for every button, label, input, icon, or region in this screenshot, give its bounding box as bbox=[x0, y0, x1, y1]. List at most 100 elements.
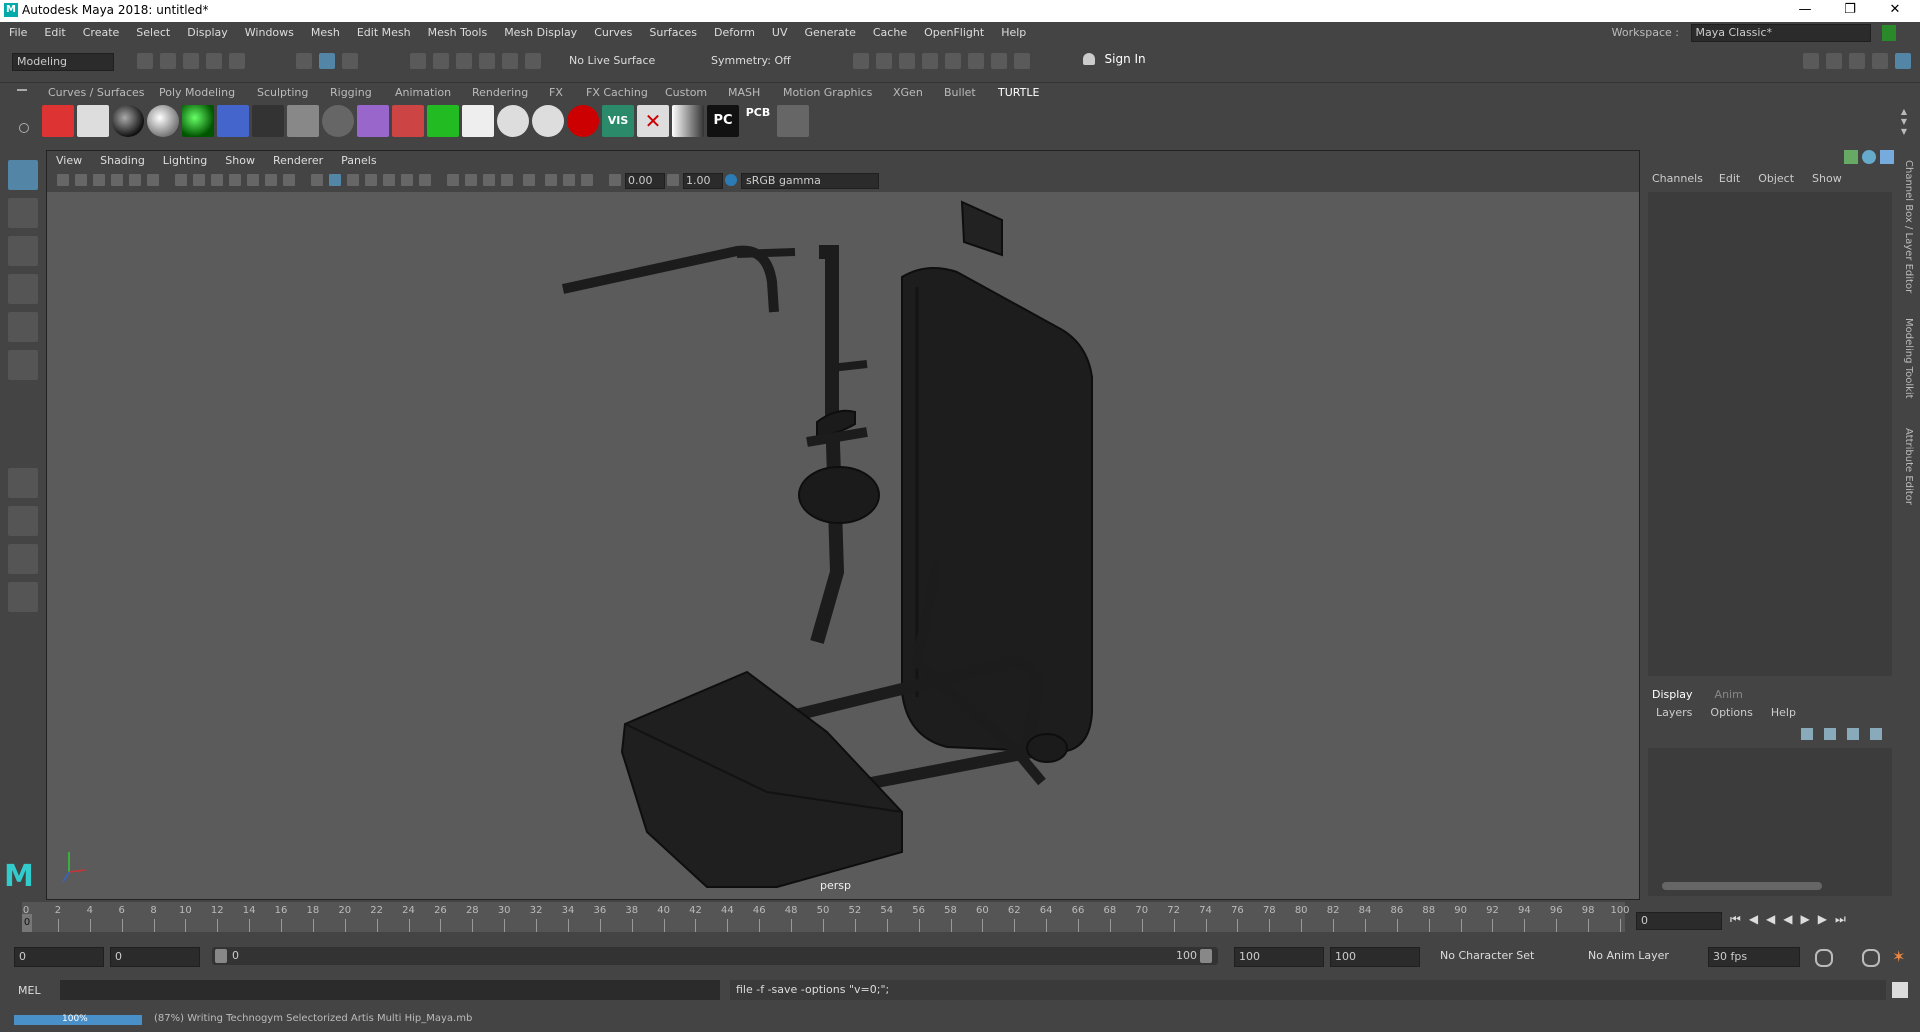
move-layer-down-icon[interactable] bbox=[1824, 728, 1836, 740]
panel-menu-renderer[interactable]: Renderer bbox=[264, 151, 332, 171]
panel-menu-lighting[interactable]: Lighting bbox=[154, 151, 216, 171]
open-scene-icon[interactable] bbox=[160, 53, 176, 69]
turtle-lens-icon[interactable] bbox=[532, 105, 564, 137]
menu-mesh-tools[interactable]: Mesh Tools bbox=[419, 22, 496, 44]
select-tool-icon[interactable] bbox=[8, 160, 38, 190]
safe-title-icon[interactable] bbox=[283, 174, 295, 186]
snap-curve-icon[interactable] bbox=[433, 53, 449, 69]
layer-scrollbar[interactable] bbox=[1662, 882, 1822, 890]
menu-surfaces[interactable]: Surfaces bbox=[640, 22, 705, 44]
shelf-tab-mash[interactable]: MASH bbox=[728, 83, 760, 103]
turtle-sphere-light-icon[interactable] bbox=[147, 105, 179, 137]
channel-box-menu-object[interactable]: Object bbox=[1758, 172, 1794, 185]
select-hierarchy-icon[interactable] bbox=[296, 53, 312, 69]
lights-icon[interactable] bbox=[401, 174, 413, 186]
xray-joints-icon[interactable] bbox=[563, 174, 575, 186]
bookmarks-icon[interactable] bbox=[93, 174, 105, 186]
image-plane-icon[interactable] bbox=[111, 174, 123, 186]
ipr-render-icon[interactable] bbox=[899, 53, 915, 69]
turtle-green-sphere-icon[interactable] bbox=[182, 105, 214, 137]
shelf-tab-turtle[interactable]: TURTLE bbox=[998, 83, 1039, 103]
scale-tool-icon[interactable] bbox=[8, 350, 38, 380]
turtle-red-lens-icon[interactable] bbox=[567, 105, 599, 137]
turtle-scene-icon[interactable] bbox=[462, 105, 494, 137]
menu-cache[interactable]: Cache bbox=[864, 22, 915, 44]
turtle-eye-icon[interactable] bbox=[322, 105, 354, 137]
render-settings-icon[interactable] bbox=[922, 53, 938, 69]
preferences-icon[interactable]: ✶ bbox=[1892, 947, 1910, 966]
undo-icon[interactable] bbox=[206, 53, 222, 69]
wireframe-icon[interactable] bbox=[311, 174, 323, 186]
panel-menu-view[interactable]: View bbox=[47, 151, 91, 171]
shelf-tab-sculpting[interactable]: Sculpting bbox=[257, 83, 308, 103]
play-backwards-icon[interactable]: ◀ bbox=[1783, 912, 1800, 926]
mode-dropdown[interactable]: Modeling bbox=[12, 53, 114, 71]
shelf-tab-poly-modeling[interactable]: Poly Modeling bbox=[159, 83, 235, 103]
2d-pan-zoom-icon[interactable] bbox=[129, 174, 141, 186]
redo-icon[interactable] bbox=[229, 53, 245, 69]
time-slider[interactable]: 0 2 4 6 8 10 12 14 16 18 20 22 24 26 28 30 32 34 36 38 40 42 4… bbox=[0, 902, 1920, 938]
step-forward-frame-icon[interactable]: ▶ bbox=[1818, 912, 1835, 926]
turtle-dots-icon[interactable] bbox=[252, 105, 284, 137]
layer-tab-anim[interactable]: Anim bbox=[1715, 688, 1743, 701]
workspace-dropdown[interactable]: Maya Classic* bbox=[1690, 24, 1871, 42]
shelf-tab-rendering[interactable]: Rendering bbox=[472, 83, 528, 103]
hw-vis-icon[interactable]: VIS bbox=[602, 105, 634, 137]
menu-help[interactable]: Help bbox=[992, 22, 1034, 44]
maximize-icon[interactable]: ❐ bbox=[1835, 2, 1865, 20]
layer-menu-help[interactable]: Help bbox=[1771, 706, 1796, 719]
menu-file[interactable]: File bbox=[0, 22, 35, 44]
shelf-tab-custom[interactable]: Custom bbox=[665, 83, 707, 103]
film-gate-icon[interactable] bbox=[193, 174, 205, 186]
light-editor-icon[interactable] bbox=[991, 53, 1007, 69]
new-scene-icon[interactable] bbox=[137, 53, 153, 69]
script-language-label[interactable]: MEL bbox=[18, 984, 41, 997]
shelf-tab-xgen[interactable]: XGen bbox=[893, 83, 923, 103]
grease-pencil-icon[interactable] bbox=[147, 174, 159, 186]
layer-tab-display[interactable]: Display bbox=[1652, 688, 1693, 701]
wireframe-on-shaded-icon[interactable] bbox=[365, 174, 377, 186]
help-icon[interactable] bbox=[1862, 150, 1876, 164]
panel-menu-show[interactable]: Show bbox=[216, 151, 264, 171]
select-component-icon[interactable] bbox=[342, 53, 358, 69]
symmetry-dropdown[interactable]: Symmetry: Off bbox=[711, 54, 791, 67]
new-empty-layer-icon[interactable] bbox=[1847, 728, 1859, 740]
depth-of-field-icon[interactable] bbox=[501, 174, 513, 186]
pause-viewport-icon[interactable] bbox=[1014, 53, 1030, 69]
turtle-clear-icon[interactable]: ✕ bbox=[637, 105, 669, 137]
snap-view-icon[interactable] bbox=[525, 53, 541, 69]
ambient-occlusion-icon[interactable] bbox=[447, 174, 459, 186]
turtle-world-icon[interactable] bbox=[777, 105, 809, 137]
modeling-toolkit-icon[interactable] bbox=[1803, 53, 1819, 69]
textured-icon[interactable] bbox=[383, 174, 395, 186]
motion-blur-icon[interactable] bbox=[465, 174, 477, 186]
range-slider[interactable]: 0 100 bbox=[212, 947, 1218, 965]
menu-select[interactable]: Select bbox=[127, 22, 178, 44]
move-layer-up-icon[interactable] bbox=[1801, 728, 1813, 740]
turtle-gradient-icon[interactable] bbox=[672, 105, 704, 137]
two-view-layout-icon[interactable] bbox=[8, 544, 38, 574]
step-back-frame-icon[interactable]: ◀ bbox=[1766, 912, 1783, 926]
turtle-red-box-icon[interactable] bbox=[392, 105, 424, 137]
shelf-menu-icon[interactable] bbox=[17, 89, 27, 91]
gate-mask-icon[interactable] bbox=[229, 174, 241, 186]
menu-edit[interactable]: Edit bbox=[35, 22, 73, 44]
shelf-settings-icon[interactable] bbox=[19, 123, 29, 133]
shadows-icon[interactable] bbox=[419, 174, 431, 186]
channel-box-menu-channels[interactable]: Channels bbox=[1652, 172, 1703, 185]
character-set-dropdown[interactable]: No Character Set bbox=[1440, 949, 1534, 962]
current-frame-field[interactable]: 0 bbox=[1636, 912, 1722, 930]
range-start-handle[interactable] bbox=[215, 949, 227, 963]
turtle-render-icon[interactable] bbox=[42, 105, 74, 137]
rotate-tool-icon[interactable] bbox=[8, 312, 38, 342]
perspective-viewport[interactable]: persp bbox=[47, 192, 1639, 899]
auto-key-icon[interactable] bbox=[1862, 949, 1880, 967]
turtle-cluster-icon[interactable] bbox=[287, 105, 319, 137]
gamma-icon[interactable] bbox=[667, 174, 679, 186]
shelf-tab-motion-graphics[interactable]: Motion Graphics bbox=[783, 83, 872, 103]
tool-settings-icon[interactable] bbox=[1872, 53, 1888, 69]
snap-point-icon[interactable] bbox=[456, 53, 472, 69]
isolate-select-icon[interactable] bbox=[523, 174, 535, 186]
command-input[interactable] bbox=[60, 980, 720, 1000]
menu-display[interactable]: Display bbox=[178, 22, 236, 44]
